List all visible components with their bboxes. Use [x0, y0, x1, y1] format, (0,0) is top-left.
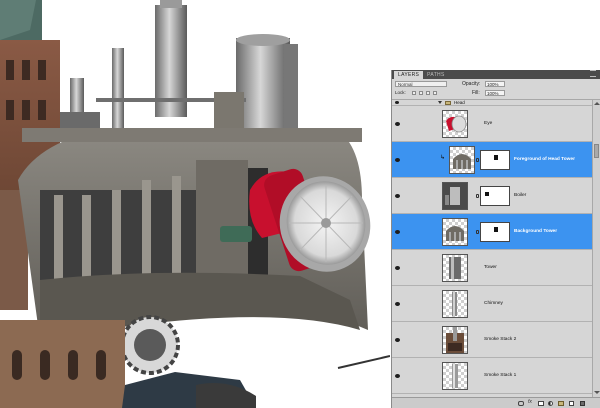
panel-tab-bar: LAYERS PATHS: [392, 70, 600, 79]
mask-link-icon[interactable]: [476, 194, 479, 198]
lock-all-icon[interactable]: [433, 91, 437, 95]
mask-link-icon[interactable]: [476, 158, 479, 162]
layer-name: Eye: [484, 121, 493, 126]
scroll-thumb[interactable]: [594, 144, 599, 158]
link-layers-icon[interactable]: [518, 401, 524, 406]
trash-icon[interactable]: [580, 401, 585, 406]
lock-position-icon[interactable]: [426, 91, 430, 95]
boiler-tank: [236, 38, 290, 130]
fill-label: Fill:: [472, 90, 480, 96]
layer-row-foreground-of-head-tower[interactable]: ↳ Foreground of Head Tower: [392, 142, 593, 178]
folder-icon: [445, 101, 451, 105]
collage-artwork: [0, 0, 390, 408]
layer-thumbnail: [449, 146, 475, 174]
layers-list: Head Eye ↳ Foreground of Head Tower Boil…: [392, 100, 593, 397]
lock-label: Lock:: [395, 90, 406, 95]
layer-row-eye[interactable]: Eye: [392, 106, 593, 142]
layer-thumbnail: [442, 290, 468, 318]
layers-bottom-toolbar: fx: [392, 397, 600, 408]
layers-panel: LAYERS PATHS Normal Opacity: 100% Lock: …: [391, 70, 600, 408]
visibility-eye-icon[interactable]: [395, 337, 400, 342]
layer-options: Normal Opacity: 100% Lock: Fill: 100%: [392, 79, 600, 100]
collage-canvas[interactable]: [0, 0, 390, 408]
new-layer-icon[interactable]: [569, 401, 574, 406]
opacity-label: Opacity:: [462, 81, 481, 87]
layer-name: Smoke Stack 2: [484, 337, 517, 342]
layer-name: Chimney: [484, 301, 503, 306]
layer-row-boiler[interactable]: Boiler: [392, 178, 593, 214]
layer-row-chimney[interactable]: Chimney: [392, 286, 593, 322]
fill-input[interactable]: 100%: [485, 90, 505, 96]
add-mask-icon[interactable]: [538, 401, 544, 406]
layer-name: Foreground of Head Tower: [514, 157, 575, 162]
visibility-eye-icon[interactable]: [395, 193, 400, 198]
visibility-eye-icon[interactable]: [395, 265, 400, 270]
layer-mask-thumbnail[interactable]: [480, 150, 510, 170]
lock-transparent-icon[interactable]: [412, 91, 416, 95]
scroll-down-arrow-icon[interactable]: [594, 391, 600, 394]
layers-scrollbar[interactable]: [592, 100, 600, 397]
green-valve: [220, 226, 252, 242]
layer-name: Smoke Stack 1: [484, 373, 517, 378]
lock-pixels-icon[interactable]: [419, 91, 423, 95]
opacity-input[interactable]: 100%: [485, 81, 505, 87]
layer-thumbnail: [442, 362, 468, 390]
scroll-up-arrow-icon[interactable]: [594, 102, 600, 105]
visibility-eye-icon[interactable]: [395, 373, 400, 378]
new-group-icon[interactable]: [558, 401, 564, 406]
layer-thumbnail: [442, 254, 468, 282]
layer-name: Boiler: [514, 193, 527, 198]
mask-link-icon[interactable]: [476, 230, 479, 234]
blend-mode-select[interactable]: Normal: [395, 81, 447, 87]
adjustment-layer-icon[interactable]: [548, 401, 553, 406]
visibility-eye-icon[interactable]: [395, 121, 400, 126]
visibility-eye-icon[interactable]: [395, 101, 399, 104]
layer-row-background-tower[interactable]: Background Tower: [392, 214, 593, 250]
layer-row-smoke-stack-2[interactable]: Smoke Stack 2: [392, 322, 593, 358]
visibility-eye-icon[interactable]: [395, 157, 400, 162]
visibility-eye-icon[interactable]: [395, 229, 400, 234]
layer-thumbnail: [442, 218, 468, 246]
tab-paths[interactable]: PATHS: [423, 71, 448, 79]
visibility-eye-icon[interactable]: [395, 301, 400, 306]
layer-mask-thumbnail[interactable]: [480, 186, 510, 206]
layer-thumbnail: [442, 182, 468, 210]
layer-style-fx-icon[interactable]: fx: [528, 400, 532, 405]
panel-menu-icon[interactable]: [590, 70, 596, 77]
layer-name: Tower: [484, 265, 497, 270]
clipping-arrow-icon: ↳: [440, 155, 446, 161]
layer-row-smoke-stack-1[interactable]: Smoke Stack 1: [392, 358, 593, 394]
smoke-stack-2: [112, 48, 124, 130]
tab-layers[interactable]: LAYERS: [394, 71, 424, 79]
layer-thumbnail: [442, 110, 468, 138]
layer-mask-thumbnail[interactable]: [480, 222, 510, 242]
expand-caret-icon[interactable]: [438, 101, 442, 104]
layer-name: Background Tower: [514, 229, 558, 234]
layer-thumbnail: [442, 326, 468, 354]
layer-row-tower[interactable]: Tower: [392, 250, 593, 286]
